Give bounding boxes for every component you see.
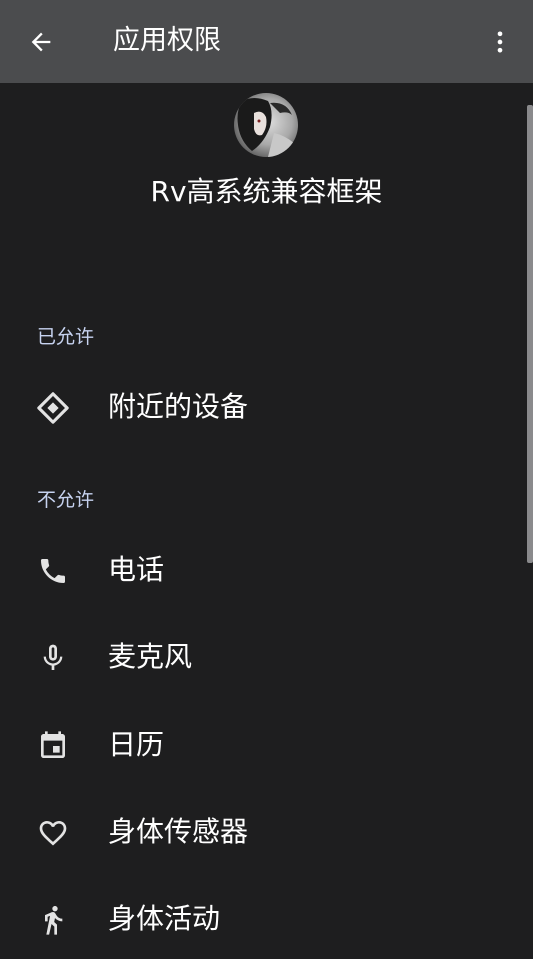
permission-label: 身体传感器 [108,815,249,848]
permission-item-physical-activity[interactable]: 身体活动 [0,879,520,959]
heart-icon [36,816,70,850]
more-vert-icon [497,31,503,53]
microphone-icon [36,641,70,675]
permission-label: 麦克风 [108,640,193,673]
permission-label: 附近的设备 [108,390,249,423]
phone-icon [36,554,70,588]
permission-item-nearby-devices[interactable]: 附近的设备 [0,367,520,447]
calendar-icon [36,729,70,763]
nearby-devices-icon [36,391,70,425]
walk-icon [36,903,70,937]
permission-label: 电话 [108,553,165,586]
permission-item-microphone[interactable]: 麦克风 [0,617,520,697]
permission-item-phone[interactable]: 电话 [0,530,520,610]
top-app-bar: 应用权限 [0,0,533,83]
permission-item-body-sensors[interactable]: 身体传感器 [0,792,520,872]
arrow-back-icon [31,32,51,52]
permission-label: 日历 [108,728,165,761]
permission-item-calendar[interactable]: 日历 [0,705,520,785]
more-options-button[interactable] [480,19,520,65]
app-avatar-image [234,93,298,157]
app-name: Rv高系统兼容框架 [150,175,383,208]
permission-label: 身体活动 [108,902,221,935]
page-title: 应用权限 [113,25,221,56]
back-button[interactable] [18,19,64,65]
section-header-allowed: 已允许 [37,326,95,348]
section-header-denied: 不允许 [37,489,95,511]
app-avatar [234,93,298,157]
